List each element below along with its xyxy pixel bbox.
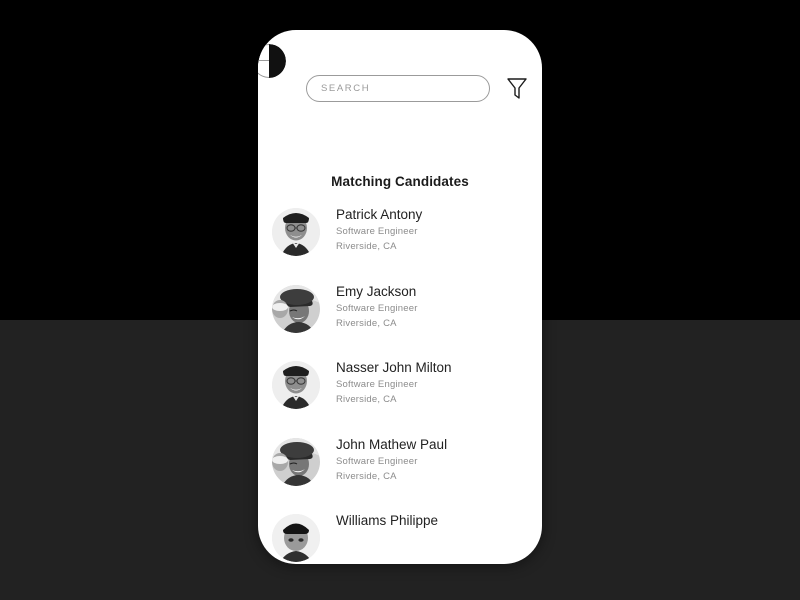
list-item[interactable]: Emy Jackson Software Engineer Riverside,…	[258, 283, 542, 360]
candidate-name: Patrick Antony	[336, 207, 423, 222]
candidate-name: Williams Philippe	[336, 513, 439, 528]
filter-funnel-icon	[507, 78, 527, 99]
app-logo-circle-icon[interactable]	[258, 44, 286, 78]
list-item[interactable]: Williams Philippe	[258, 512, 542, 564]
phone-mockup: SEARCH Matching Candidates Patrick Anton…	[258, 30, 542, 564]
filter-button[interactable]	[501, 72, 533, 104]
candidate-role: Software Engineer	[336, 455, 418, 467]
candidate-name: Emy Jackson	[336, 283, 417, 299]
avatar	[272, 514, 320, 562]
list-item[interactable]: John Mathew Paul Software Engineer River…	[258, 436, 542, 513]
candidate-details: Williams Philippe	[336, 512, 438, 530]
candidate-role: Software Engineer	[336, 379, 418, 390]
search-input[interactable]: SEARCH	[306, 75, 490, 102]
avatar	[272, 284, 320, 333]
list-item[interactable]: Patrick Antony Software Engineer Riversi…	[258, 206, 542, 283]
candidate-details: Patrick Antony Software Engineer Riversi…	[336, 206, 422, 254]
candidate-location: Riverside, CA	[336, 470, 397, 482]
scene: SEARCH Matching Candidates Patrick Anton…	[0, 0, 800, 600]
avatar	[272, 361, 320, 409]
candidate-details: Emy Jackson Software Engineer Riverside,…	[336, 283, 418, 331]
candidate-list[interactable]: Patrick Antony Software Engineer Riversi…	[258, 206, 542, 564]
app-logo-left-half	[258, 44, 269, 78]
search-placeholder-label: SEARCH	[321, 83, 371, 94]
app-top-bar: SEARCH	[258, 30, 542, 102]
page-title: Matching Candidates	[331, 174, 469, 189]
avatar	[272, 437, 320, 486]
candidate-details: Nasser John Milton Software Engineer Riv…	[336, 359, 452, 407]
candidate-name: John Mathew Paul	[336, 436, 448, 452]
list-item[interactable]: Nasser John Milton Software Engineer Riv…	[258, 359, 542, 436]
app-logo-right-half	[269, 44, 286, 78]
avatar	[272, 208, 320, 256]
candidate-details: John Mathew Paul Software Engineer River…	[336, 436, 447, 484]
candidate-location: Riverside, CA	[336, 241, 397, 252]
candidate-location: Riverside, CA	[336, 394, 397, 405]
candidate-role: Software Engineer	[336, 302, 418, 314]
candidate-location: Riverside, CA	[336, 317, 397, 329]
candidate-role: Software Engineer	[336, 226, 418, 237]
candidate-name: Nasser John Milton	[336, 360, 452, 375]
